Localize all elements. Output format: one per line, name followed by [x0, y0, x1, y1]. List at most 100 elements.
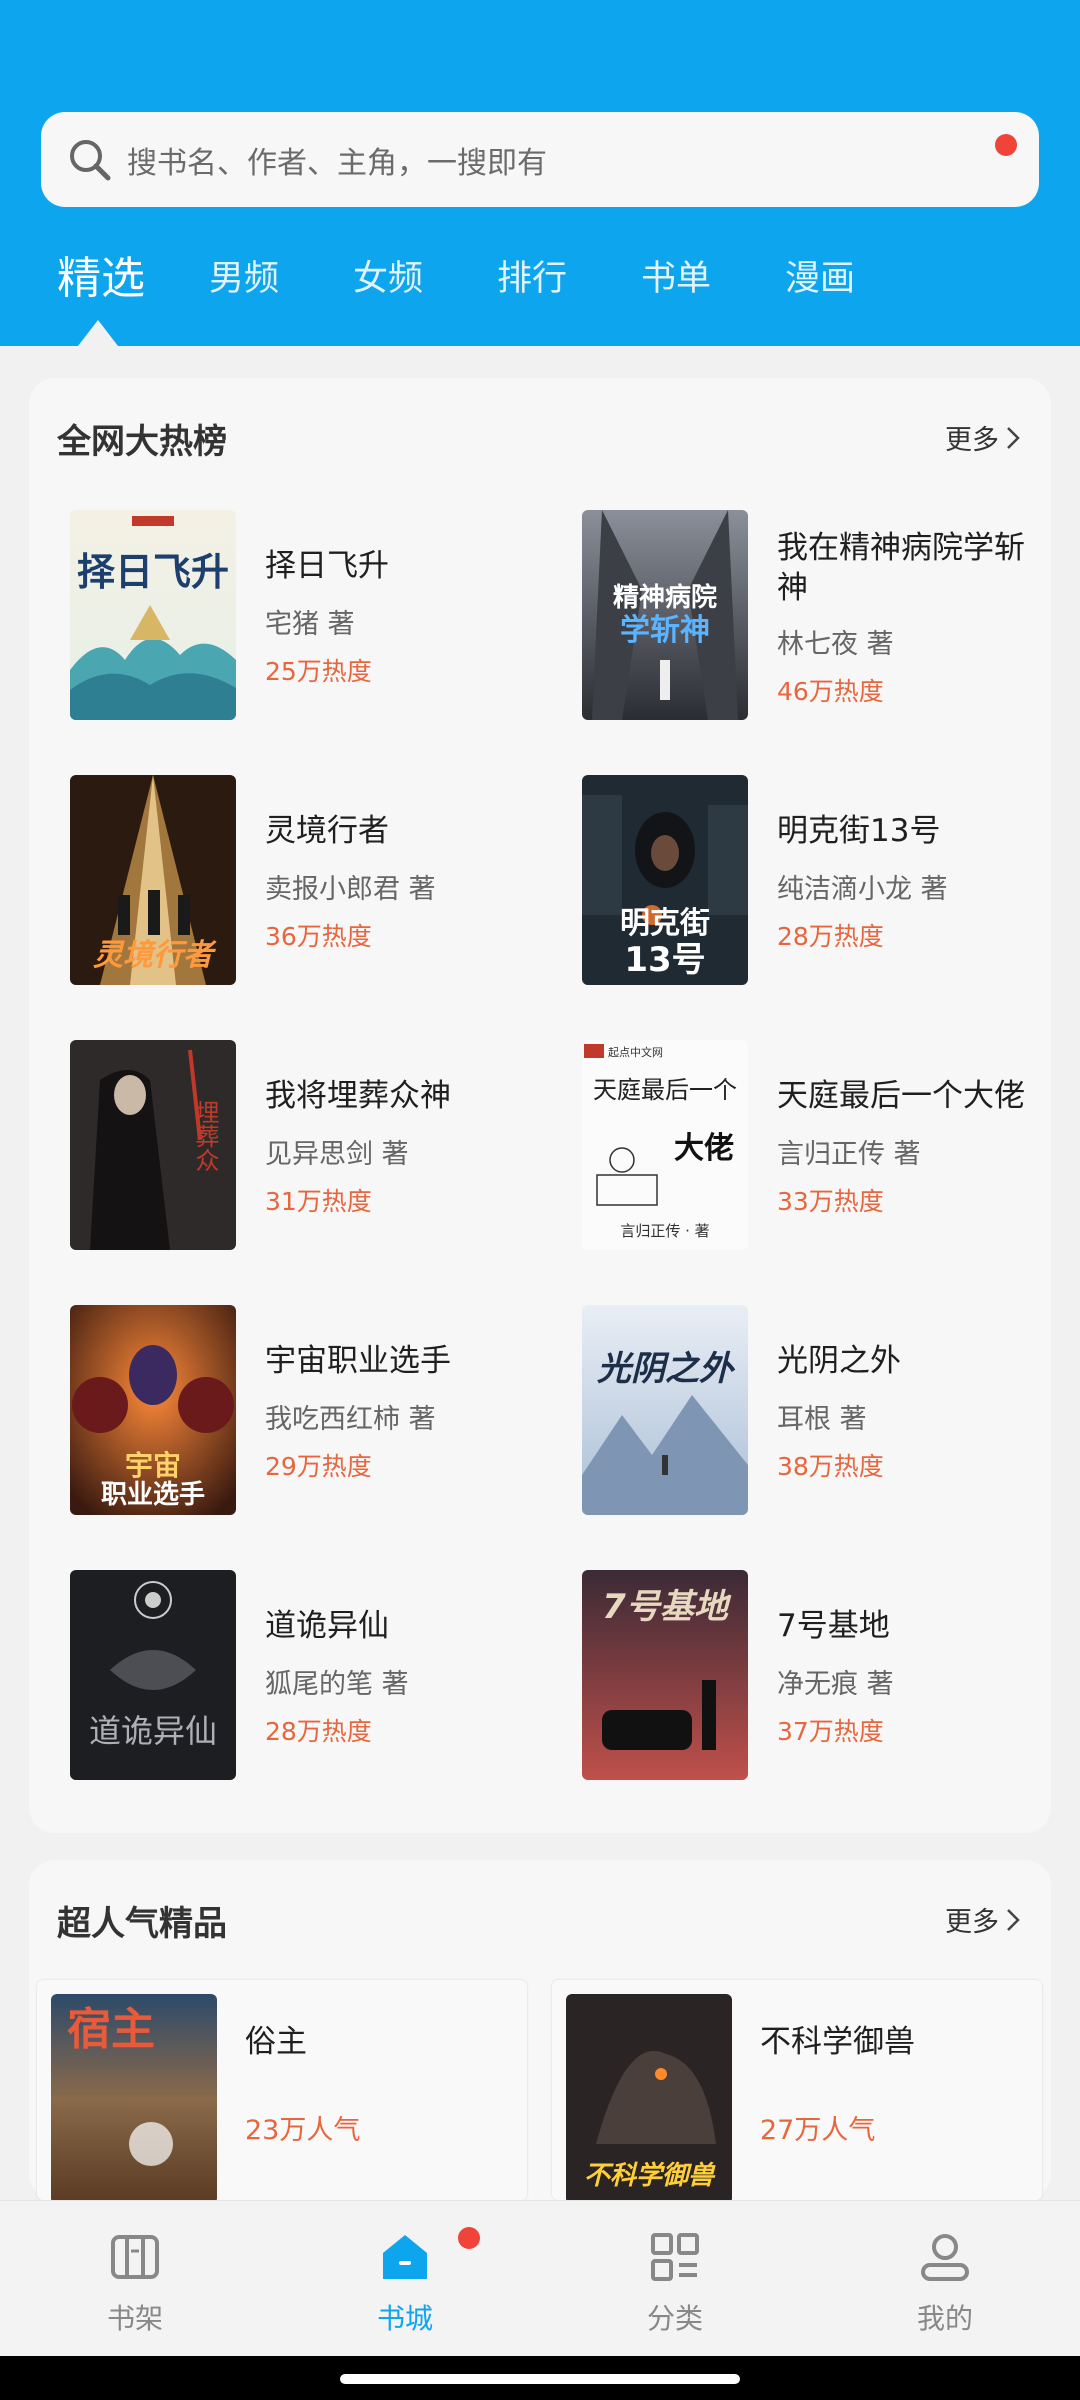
- chevron-right-icon: [1007, 1908, 1020, 1931]
- book-author: 林七夜 著: [777, 629, 894, 660]
- more-button-popular[interactable]: 更多: [945, 1900, 1021, 1939]
- section-title-hot: 全网大热榜: [57, 422, 227, 462]
- svg-text:7号基地: 7号基地: [602, 1587, 732, 1627]
- tab-male[interactable]: 男频: [209, 250, 279, 301]
- tab-ranking[interactable]: 排行: [497, 250, 567, 301]
- book-title: 择日飞升: [265, 548, 389, 584]
- book-title: 7号基地: [777, 1608, 890, 1644]
- book-heat: 38万热度: [777, 1452, 884, 1481]
- nav-category[interactable]: 分类: [595, 2227, 755, 2347]
- popular-book-card[interactable]: 不科学御兽 不科学御兽 27万人气: [552, 1980, 1042, 2200]
- book-cover: 精神病院 学斩神: [582, 510, 748, 720]
- nav-label: 分类: [646, 2302, 703, 2335]
- book-item[interactable]: 道诡异仙 道诡异仙 狐尾的笔 著 28万热度: [70, 1570, 540, 1782]
- book-item[interactable]: 宇宙 职业选手 宇宙职业选手 我吃西红柿 著 29万热度: [70, 1305, 540, 1517]
- gesture-bar: [0, 2356, 1080, 2400]
- notification-dot: [458, 2227, 480, 2249]
- book-author: 纯洁滴小龙 著: [777, 874, 948, 905]
- book-item[interactable]: 起点中文网 天庭最后一个 大佬 言归正传 · 著 天庭最后一个大佬 言归正传 著…: [582, 1040, 1052, 1252]
- book-author: 言归正传 著: [777, 1139, 921, 1170]
- book-heat: 29万热度: [265, 1452, 372, 1481]
- search-placeholder: 搜书名、作者、主角，一搜即有: [127, 145, 547, 181]
- book-heat: 33万热度: [777, 1187, 884, 1216]
- tab-comics[interactable]: 漫画: [785, 250, 855, 301]
- tab-booklist[interactable]: 书单: [641, 250, 711, 301]
- book-title: 明克街13号: [777, 813, 941, 849]
- more-button-hot[interactable]: 更多: [945, 418, 1021, 457]
- nav-label: 书城: [376, 2302, 433, 2335]
- book-item[interactable]: 择日飞升 择日飞升 宅猪 著 25万热度: [70, 510, 540, 722]
- hot-list-section: 全网大热榜 更多 择日飞升 择日飞升 宅猪 著 25万热度 精神病院 学斩神 我…: [29, 378, 1051, 1833]
- svg-text:道诡异仙: 道诡异仙: [89, 1712, 217, 1750]
- svg-text:光阴之外: 光阴之外: [597, 1349, 736, 1389]
- book-heat: 28万热度: [777, 922, 884, 951]
- book-title: 宇宙职业选手: [265, 1343, 451, 1379]
- book-cover: 灵境行者: [70, 775, 236, 985]
- svg-text:择日飞升: 择日飞升: [77, 549, 229, 594]
- home-indicator[interactable]: [340, 2374, 740, 2384]
- book-item[interactable]: 7号基地 7号基地 净无痕 著 37万热度: [582, 1570, 1052, 1782]
- popular-book-card[interactable]: 宿主 俗主 23万人气: [37, 1980, 527, 2200]
- book-cover: 不科学御兽: [566, 1994, 732, 2200]
- book-popularity: 23万人气: [245, 2115, 361, 2146]
- nav-bookshelf[interactable]: 书架: [55, 2227, 215, 2347]
- svg-text:13号: 13号: [624, 940, 705, 980]
- home-icon: [383, 2235, 427, 2279]
- cover-text: 天庭最后一个: [593, 1076, 737, 1104]
- svg-text:明克街: 明克街: [620, 906, 710, 941]
- book-item[interactable]: 灵境行者 灵境行者 卖报小郎君 著 36万热度: [70, 775, 540, 987]
- book-item[interactable]: 光阴之外 光阴之外 耳根 著 38万热度: [582, 1305, 1052, 1517]
- book-item[interactable]: 明克街 13号 明克街13号 纯洁滴小龙 著 28万热度: [582, 775, 1052, 987]
- book-heat: 25万热度: [265, 657, 372, 686]
- book-title: 不科学御兽: [760, 2024, 915, 2060]
- book-cover: 7号基地: [582, 1570, 748, 1780]
- cover-text: 不科学御兽: [584, 2161, 716, 2191]
- bookshelf-icon: [111, 2235, 159, 2279]
- book-author: 净无痕 著: [777, 1669, 894, 1700]
- cover-text: 宿主: [67, 2004, 155, 2055]
- book-title: 道诡异仙: [265, 1608, 389, 1644]
- book-heat: 31万热度: [265, 1187, 372, 1216]
- category-tabs: 精选 男频 女频 排行 书单 漫画: [0, 250, 1080, 330]
- book-author: 耳根 著: [777, 1404, 867, 1435]
- nav-label: 书架: [106, 2302, 163, 2335]
- svg-text:埋葬众: 埋葬众: [191, 1100, 219, 1172]
- cover-text: 学斩神: [620, 613, 710, 648]
- book-title: 我在精神病院学斩神: [777, 530, 1025, 606]
- book-item[interactable]: 埋葬众 我将埋葬众神 见异思剑 著 31万热度: [70, 1040, 540, 1252]
- section-title-popular: 超人气精品: [57, 1904, 227, 1944]
- book-title: 灵境行者: [265, 813, 389, 849]
- book-item[interactable]: 精神病院 学斩神 我在精神病院学斩神 林七夜 著 46万热度: [582, 510, 1052, 722]
- active-tab-indicator: [78, 320, 118, 346]
- book-author: 宅猪 著: [265, 609, 355, 640]
- book-author: 卖报小郎君 著: [265, 874, 436, 905]
- book-title: 我将埋葬众神: [265, 1078, 451, 1114]
- svg-text:职业选手: 职业选手: [101, 1480, 205, 1510]
- cover-text: 精神病院: [613, 582, 717, 613]
- book-heat: 28万热度: [265, 1717, 372, 1746]
- book-heat: 36万热度: [265, 922, 372, 951]
- nav-profile[interactable]: 我的: [865, 2227, 1025, 2347]
- more-label: 更多: [945, 425, 999, 456]
- search-bar[interactable]: 搜书名、作者、主角，一搜即有: [41, 112, 1039, 207]
- search-icon: [70, 139, 111, 180]
- book-heat: 46万热度: [777, 677, 884, 706]
- category-grid-icon: [651, 2233, 699, 2281]
- book-cover: 埋葬众: [70, 1040, 236, 1250]
- tab-featured[interactable]: 精选: [57, 242, 145, 306]
- book-title: 光阴之外: [777, 1343, 901, 1379]
- book-cover: 道诡异仙: [70, 1570, 236, 1780]
- cover-text: 言归正传 · 著: [620, 1222, 709, 1240]
- book-author: 见异思剑 著: [265, 1139, 409, 1170]
- book-popularity: 27万人气: [760, 2115, 876, 2146]
- book-heat: 37万热度: [777, 1717, 884, 1746]
- bottom-nav: 书架 书城 分类 我的: [0, 2200, 1080, 2357]
- book-cover: 光阴之外: [582, 1305, 748, 1515]
- chevron-right-icon: [1007, 426, 1020, 449]
- book-title: 天庭最后一个大佬: [777, 1078, 1025, 1114]
- top-header: 搜书名、作者、主角，一搜即有 精选 男频 女频 排行 书单 漫画: [0, 0, 1080, 346]
- svg-text:宇宙: 宇宙: [125, 1449, 181, 1482]
- book-title: 俗主: [245, 2024, 307, 2060]
- cover-text: 起点中文网: [608, 1045, 663, 1059]
- tab-female[interactable]: 女频: [353, 250, 423, 301]
